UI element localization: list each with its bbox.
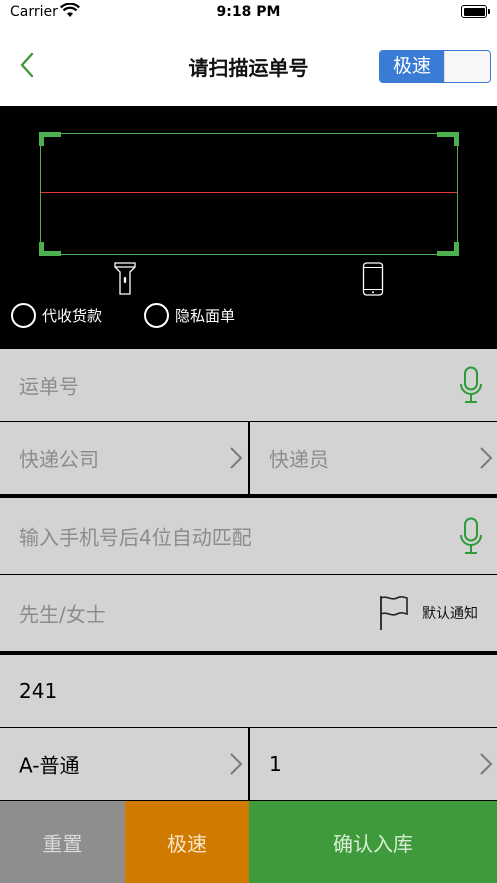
- courier-placeholder: 快递员: [269, 447, 329, 472]
- phone-input[interactable]: 输入手机号后4位自动匹配: [0, 498, 497, 574]
- speed-toggle-label: 极速: [380, 51, 444, 82]
- courier-select[interactable]: 快递员: [250, 422, 497, 494]
- package-type-value: A-普通: [19, 753, 80, 778]
- chevron-right-icon: [230, 447, 243, 469]
- cod-option-label: 代收货款: [42, 306, 103, 325]
- entry-form: 运单号 快递公司 快递员 输入手机号后4位自动匹配 先生/女士 默认通知 241…: [0, 349, 497, 883]
- radio-circle-icon: [11, 302, 36, 328]
- chevron-right-icon: [230, 753, 243, 775]
- courier-row: 快递公司 快递员: [0, 422, 497, 494]
- microphone-icon[interactable]: [459, 366, 483, 404]
- clock: 9:18 PM: [216, 4, 281, 20]
- scan-frame: [39, 132, 459, 256]
- waybill-placeholder: 运单号: [19, 374, 79, 399]
- speed-button[interactable]: 极速: [125, 801, 249, 883]
- frame-corner: [437, 242, 459, 256]
- frame-corner: [39, 242, 61, 256]
- navigation-bar: 请扫描运单号 极速: [0, 26, 497, 106]
- frame-corner: [39, 132, 61, 146]
- cod-option[interactable]: 代收货款: [11, 302, 102, 328]
- scanner-view: 代收货款 隐私面单: [0, 106, 497, 349]
- radio-circle-icon: [144, 302, 169, 328]
- action-bar: 重置 极速 确认入库: [0, 801, 497, 883]
- default-notify-label[interactable]: 默认通知: [422, 603, 478, 623]
- status-bar: Carrier 9:18 PM: [0, 0, 497, 26]
- reset-button[interactable]: 重置: [0, 801, 125, 883]
- battery-icon: [461, 5, 490, 18]
- phone-placeholder: 输入手机号后4位自动匹配: [19, 525, 252, 550]
- speed-mode-toggle[interactable]: 极速: [379, 50, 491, 83]
- confirm-storage-button[interactable]: 确认入库: [249, 801, 497, 883]
- shelf-number-value: 241: [19, 679, 58, 703]
- microphone-icon[interactable]: [459, 517, 483, 555]
- phone-icon[interactable]: [362, 262, 384, 296]
- courier-company-select[interactable]: 快递公司: [0, 422, 248, 494]
- private-waybill-option[interactable]: 隐私面单: [144, 302, 235, 328]
- chevron-right-icon: [480, 753, 493, 775]
- name-input[interactable]: 先生/女士 默认通知: [0, 575, 497, 651]
- chevron-right-icon: [480, 447, 493, 469]
- toggle-knob: [444, 51, 490, 82]
- private-waybill-label: 隐私面单: [175, 306, 236, 325]
- package-type-select[interactable]: A-普通: [0, 728, 248, 800]
- waybill-input[interactable]: 运单号: [0, 349, 497, 421]
- quantity-value: 1: [269, 752, 282, 776]
- flag-icon[interactable]: [379, 595, 409, 631]
- scan-line: [41, 192, 457, 193]
- quantity-select[interactable]: 1: [250, 728, 497, 800]
- flashlight-icon[interactable]: [114, 262, 136, 296]
- package-type-row: A-普通 1: [0, 728, 497, 800]
- shelf-number-input[interactable]: 241: [0, 655, 497, 727]
- name-placeholder: 先生/女士: [19, 602, 106, 627]
- courier-company-placeholder: 快递公司: [19, 447, 99, 472]
- frame-corner: [437, 132, 459, 146]
